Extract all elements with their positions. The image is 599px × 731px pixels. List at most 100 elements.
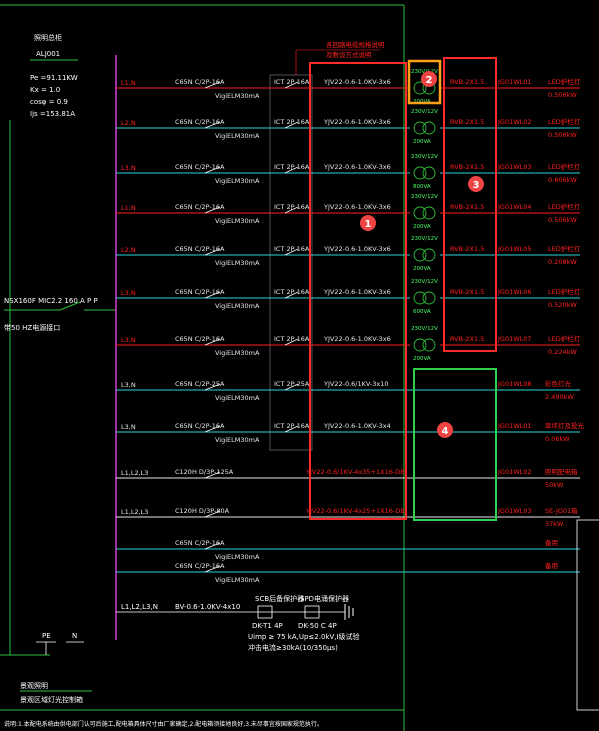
circuit-loop: JG01WL07	[497, 335, 532, 343]
transformer-power: 200VA	[413, 356, 431, 362]
transformer-rating: 230V/12V	[411, 279, 438, 285]
circuit-cable: YJV22-0.6/1KV-3x10	[323, 380, 389, 388]
transformer-coil-right	[422, 121, 436, 135]
circuit-breaker: C65N C/2P-16A	[175, 562, 225, 570]
circuit-loop: JG01WL01	[497, 422, 532, 430]
circuit-cable: YJV22-0.6-1.0KV-3x6	[323, 78, 391, 86]
circuit-rcd: VigiELM30mA	[215, 302, 260, 310]
circuit-phase: L1,L2,L3	[121, 508, 148, 516]
circuit-power: 0.506kW	[548, 131, 577, 139]
circuit-cable: YJV22-0.6/1KV-4x25+1X16-DB	[305, 507, 405, 515]
scb-model: DK-T1 4P	[252, 622, 283, 630]
circuit-breaker: C65N C/2P-16A	[175, 539, 225, 547]
footer-subtitle: 景观区域灯光控制箱	[20, 695, 83, 704]
param-kx: Kx = 1.0	[30, 86, 60, 94]
circuit-group: L1,N C65N C/2P-16AVigiELM30mAICT 2P 16A YJ…	[116, 69, 581, 362]
circuit-breaker: C65N C/2P-16A	[175, 118, 225, 126]
circuit-loop: JG01WL01	[497, 78, 532, 86]
circuit-wire: RVB-2X1.5	[450, 118, 484, 126]
param-pe: Pe =91.11KW	[30, 74, 78, 82]
led-circuit-row: L3,N C65N C/2P-16AVigiELM30mAICT 2P 16A YJ…	[116, 326, 581, 362]
circuit-load: 草坪灯及投光	[545, 421, 585, 430]
circuit-power: 0.506kW	[548, 216, 577, 224]
circuit-phase: L1,N	[121, 204, 136, 212]
extra-circuit-row: L3,N C65N C/2P-16AVigiELM30mAICT 2P 16A YJ…	[116, 421, 585, 444]
circuit-load: LED护栏灯	[548, 244, 581, 253]
circuit-cable: YJV22-0.6-1.0KV-3x6	[323, 245, 391, 253]
circuit-rcd: VigiELM30mA	[215, 177, 260, 185]
led-circuit-row: L1,N C65N C/2P-16AVigiELM30mAICT 2P 16A YJ…	[116, 194, 581, 230]
circuit-phase: L3,N	[121, 164, 136, 172]
transformer-rating: 230V/12V	[411, 194, 438, 200]
circuit-loop: JG01WL05	[497, 245, 532, 253]
footer-note: 说明:1.本配电系统由供电部门认可后施工,配电箱具体尺寸由厂家确定,2.配电箱须…	[4, 720, 323, 728]
led-circuit-row: L3,N C65N C/2P-16AVigiELM30mAICT 2P 16A YJ…	[116, 154, 581, 190]
circuit-load: 彩色灯光	[545, 379, 572, 388]
circuit-rcd: VigiELM30mA	[215, 436, 260, 444]
circuit-wire: RVB-2X1.5	[450, 203, 484, 211]
circuit-loop: JG01WL06	[497, 288, 532, 296]
panel-title: 照明总柜	[34, 33, 62, 42]
circuit-loop: JG01WL03	[497, 507, 532, 515]
marker-1-label: 1	[365, 219, 372, 230]
circuit-power: 50kW	[545, 481, 564, 489]
circuit-phase: L2,N	[121, 246, 136, 254]
circuit-breaker: C65N C/2P-16A	[175, 422, 225, 430]
circuit-cable: YJV22-0.6-1.0KV-3x4	[323, 422, 391, 430]
main-note: 带50 HZ电源接口	[4, 323, 60, 332]
electrical-schematic: 照明总柜 ALJ001 Pe =91.11KW Kx = 1.0 cosφ = …	[0, 4, 599, 731]
marker-3-label: 3	[473, 180, 480, 191]
spd-spec-1: Uimp ≥ 75 kA,Up≤2.0kV,I级试验	[248, 632, 360, 641]
circuit-phase: L2,N	[121, 119, 136, 127]
circuit-power: 0.520kW	[548, 301, 577, 309]
spd-label: SPD电涌保护器	[300, 594, 349, 603]
circuit-rcd: VigiELM30mA	[215, 217, 260, 225]
transformer-coil-right	[422, 248, 436, 262]
circuit-rcd: VigiELM30mA	[215, 576, 260, 584]
circuit-phase: L3,N	[121, 381, 136, 389]
circuit-power: 0.224kW	[548, 348, 577, 356]
circuit-cable: YJV22-0.6-1.0KV-3x6	[323, 163, 391, 171]
circuit-breaker: C65N C/2P-16A	[175, 163, 225, 171]
circuit-wire: RVB-2X1.5	[450, 288, 484, 296]
circuit-rcd: VigiELM30mA	[215, 553, 260, 561]
circuit-phase: L1,L2,L3	[121, 469, 148, 477]
spare-circuit-group: C65N C/2P-16AVigiELM30mA备用C65N C/2P-16AV…	[116, 538, 580, 584]
circuit-breaker: C65N C/2P-25A	[175, 380, 225, 388]
circuit-cable: YJV22-0.6-1.0KV-3x6	[323, 335, 391, 343]
circuit-load: LED护栏灯	[548, 334, 581, 343]
circuit-phase: L3,N	[121, 336, 136, 344]
circuit-loop: JG01WL04	[497, 203, 532, 211]
circuit-load: LED护栏灯	[548, 77, 581, 86]
transformer-power: 200VA	[413, 139, 431, 145]
n-label: N	[72, 632, 77, 640]
circuit-rcd: VigiELM30mA	[215, 132, 260, 140]
spare-circuit-row: C65N C/2P-16A VigiELM30mA 备用	[116, 538, 580, 561]
header-note-top: 各回路电缆规格说明	[326, 40, 385, 49]
circuit-cable: YJV22-0.6-1.0KV-3x6	[323, 288, 391, 296]
circuit-power: 0.06kW	[545, 435, 570, 443]
circuit-rcd: VigiELM30mA	[215, 92, 260, 100]
circuit-load: 备用	[545, 538, 558, 547]
transformer-power: 600VA	[413, 309, 431, 315]
spd-cable-label: BV-0.6-1.0KV-4x10	[175, 603, 240, 611]
transformer-coil-right	[422, 338, 436, 352]
circuit-cable: YJV22-0.6-1.0KV-3x6	[323, 203, 391, 211]
circuit-phase: L3,N	[121, 423, 136, 431]
circuit-power: 37kW	[545, 520, 564, 528]
extra-circuit-group: L3,N C65N C/2P-25AVigiELM30mAICT 2P 25A YJ…	[116, 379, 585, 528]
circuit-wire: RVB-2X1.5	[450, 78, 484, 86]
circuit-load: LED护栏灯	[548, 162, 581, 171]
extra-circuit-row: L3,N C65N C/2P-25AVigiELM30mAICT 2P 25A YJ…	[116, 379, 580, 402]
transformer-coil-right	[422, 166, 436, 180]
footer-title: 景观照明	[20, 682, 48, 690]
spd-model: DK-50 C 4P	[298, 622, 337, 630]
circuit-load: 照明配电箱	[545, 467, 578, 476]
circuit-power: 0.606kW	[548, 176, 577, 184]
highlight-box-empty	[413, 368, 497, 521]
circuit-load: 备用	[545, 561, 558, 570]
transformer-power: 200VA	[413, 224, 431, 230]
circuit-breaker: C65N C/2P-16A	[175, 288, 225, 296]
circuit-phase: L3,N	[121, 289, 136, 297]
circuit-phase: L1,N	[121, 79, 136, 87]
